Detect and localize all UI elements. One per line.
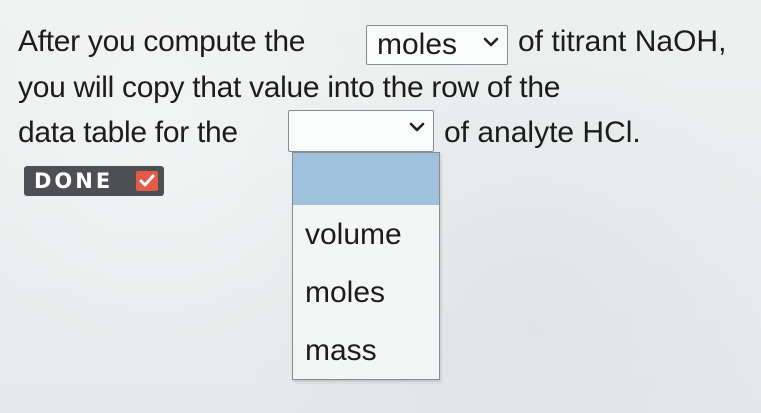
prompt-line-3-end: of analyte HCl. xyxy=(444,116,641,149)
quantity-select-2[interactable] xyxy=(288,110,434,152)
prompt-line-1-start: After you compute the xyxy=(18,25,306,58)
chevron-down-icon xyxy=(483,37,499,47)
chevron-down-icon xyxy=(409,122,425,132)
dropdown-option-volume[interactable]: volume xyxy=(293,217,439,253)
quantity-select-1[interactable]: moles xyxy=(366,25,508,65)
prompt-line-3-start: data table for the xyxy=(18,116,238,149)
done-button[interactable]: DONE xyxy=(24,166,164,196)
quantity-select-1-value: moles xyxy=(377,28,458,61)
dropdown-option-moles[interactable]: moles xyxy=(293,275,439,311)
dropdown-option-mass[interactable]: mass xyxy=(293,333,439,369)
prompt-line-2: you will copy that value into the row of… xyxy=(18,71,561,104)
check-icon xyxy=(136,171,158,191)
done-button-label: DONE xyxy=(34,169,114,193)
prompt-line-1-end: of titrant NaOH, xyxy=(518,25,727,58)
quantity-dropdown-list: volume moles mass xyxy=(292,152,440,380)
dropdown-option-blank[interactable] xyxy=(293,153,439,205)
